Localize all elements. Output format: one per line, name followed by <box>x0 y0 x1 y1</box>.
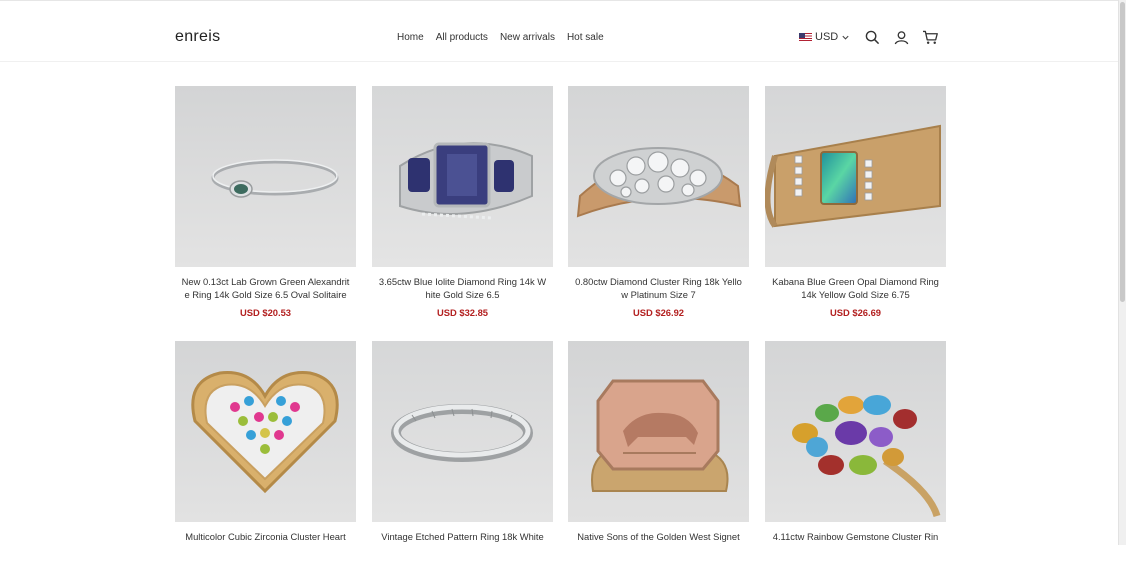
product-title-line: e Ring 14k Gold Size 6.5 Oval Solitaire <box>184 289 347 300</box>
nav-home[interactable]: Home <box>397 32 424 43</box>
product-title[interactable]: 0.80ctw Diamond Cluster Ring 18k Yello w… <box>568 275 749 301</box>
product-photo[interactable] <box>765 341 946 522</box>
product-title-line: 14k Yellow Gold Size 6.75 <box>801 289 910 300</box>
product-photo[interactable] <box>372 341 553 522</box>
product-photo[interactable] <box>175 341 356 522</box>
product-card[interactable]: Vintage Etched Pattern Ring 18k White <box>372 341 553 562</box>
product-title-line: 3.65ctw Blue Iolite Diamond Ring 14k W <box>378 276 547 287</box>
product-title-line: Kabana Blue Green Opal Diamond Ring <box>772 276 939 287</box>
product-card[interactable]: 4.11ctw Rainbow Gemstone Cluster Rin <box>765 341 946 562</box>
product-title-line: Native Sons of the Golden West Signet <box>577 531 740 542</box>
product-title-line: 4.11ctw Rainbow Gemstone Cluster Rin <box>772 531 939 542</box>
product-price: USD $26.69 <box>829 307 882 318</box>
product-title-line: hite Gold Size 6.5 <box>425 289 500 300</box>
product-title-line: Multicolor Cubic Zirconia Cluster Heart <box>185 531 346 542</box>
product-card[interactable]: New 0.13ct Lab Grown Green Alexandrit e … <box>175 86 356 318</box>
nav-all-products[interactable]: All products <box>436 32 488 43</box>
product-card[interactable]: Kabana Blue Green Opal Diamond Ring 14k … <box>765 86 946 318</box>
nav-hot-sale[interactable]: Hot sale <box>567 32 604 43</box>
currency-label: USD <box>815 31 839 43</box>
product-title-line: 0.80ctw Diamond Cluster Ring 18k Yello <box>575 276 742 287</box>
product-title[interactable]: Kabana Blue Green Opal Diamond Ring 14k … <box>765 275 946 301</box>
page-scrollbar[interactable] <box>1118 0 1126 545</box>
product-price: USD $32.85 <box>436 307 489 318</box>
product-title-line: Vintage Etched Pattern Ring 18k White <box>381 531 544 542</box>
product-title[interactable]: New 0.13ct Lab Grown Green Alexandrit e … <box>175 275 356 301</box>
product-photo[interactable] <box>372 86 553 267</box>
account-icon[interactable] <box>894 30 909 45</box>
chevron-down-icon <box>842 35 849 40</box>
product-price: USD $26.92 <box>632 307 685 318</box>
brand-logo[interactable]: enreis <box>175 28 220 46</box>
product-price: USD $20.53 <box>239 307 292 318</box>
product-photo[interactable] <box>765 86 946 267</box>
product-card[interactable]: 3.65ctw Blue Iolite Diamond Ring 14k W h… <box>372 86 553 318</box>
product-photo[interactable] <box>568 86 749 267</box>
nav-new-arrivals[interactable]: New arrivals <box>500 32 555 43</box>
us-flag-icon <box>799 33 812 41</box>
product-title-line: New 0.13ct Lab Grown Green Alexandrit <box>181 276 350 287</box>
product-title[interactable]: Multicolor Cubic Zirconia Cluster Heart <box>175 530 356 556</box>
product-title[interactable]: 4.11ctw Rainbow Gemstone Cluster Rin <box>765 530 946 556</box>
product-card[interactable]: 0.80ctw Diamond Cluster Ring 18k Yello w… <box>568 86 749 318</box>
scrollbar-thumb[interactable] <box>1120 2 1125 302</box>
currency-selector[interactable]: USD <box>799 31 850 43</box>
product-card[interactable]: Native Sons of the Golden West Signet <box>568 341 749 562</box>
product-title[interactable]: 3.65ctw Blue Iolite Diamond Ring 14k W h… <box>372 275 553 301</box>
product-title-line: w Platinum Size 7 <box>621 289 696 300</box>
cart-icon[interactable] <box>922 30 939 45</box>
product-title[interactable]: Vintage Etched Pattern Ring 18k White <box>372 530 553 556</box>
site-header: enreis Home All products New arrivals Ho… <box>0 1 1119 62</box>
product-card[interactable]: Multicolor Cubic Zirconia Cluster Heart <box>175 341 356 562</box>
product-title[interactable]: Native Sons of the Golden West Signet <box>568 530 749 556</box>
product-photo[interactable] <box>175 86 356 267</box>
product-photo[interactable] <box>568 341 749 522</box>
search-icon[interactable] <box>865 30 880 45</box>
main-nav: Home All products New arrivals Hot sale <box>397 32 604 43</box>
